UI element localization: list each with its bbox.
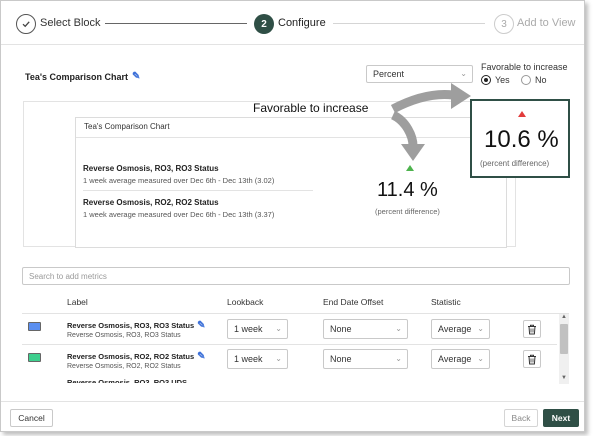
- row-1-delete-button[interactable]: [523, 320, 541, 338]
- radio-yes-label: Yes: [495, 75, 510, 85]
- chevron-down-icon: ⌄: [395, 324, 402, 334]
- step-connector-2: [333, 23, 485, 24]
- row-1-edit-pencil-icon[interactable]: ✎: [197, 320, 205, 331]
- chevron-down-icon: ⌄: [395, 354, 402, 364]
- col-statistic: Statistic: [431, 297, 461, 307]
- callout-value: 10.6 %: [484, 126, 559, 153]
- annotation-text: Favorable to increase: [253, 101, 369, 115]
- row-1-lookback-value: 1 week: [234, 324, 263, 334]
- chart-title: Tea's Comparison Chart: [25, 71, 128, 82]
- next-button[interactable]: Next: [543, 409, 579, 427]
- percent-difference-value: 11.4 %: [377, 179, 438, 201]
- row-1-name: Reverse Osmosis, RO3, RO3 Status ✎: [67, 320, 206, 331]
- row-2-statistic-select[interactable]: Average ⌄: [431, 349, 490, 369]
- card-divider: [76, 137, 506, 138]
- radio-no-label: No: [535, 75, 547, 85]
- row-1-lookback-select[interactable]: 1 week ⌄: [227, 319, 288, 339]
- row-2-subtitle: Reverse Osmosis, RO2, RO2 Status: [67, 363, 181, 370]
- metric-1-name: Reverse Osmosis, RO3, RO3 Status: [83, 164, 219, 173]
- display-mode-select[interactable]: Percent ⌄: [366, 65, 473, 83]
- display-mode-value: Percent: [373, 69, 405, 79]
- table-scrollbar[interactable]: ▲ ▼: [559, 314, 569, 384]
- metric-divider: [83, 190, 313, 191]
- step-3-label: Add to View: [517, 17, 576, 29]
- callout-note: (percent difference): [480, 159, 550, 168]
- step-1-label[interactable]: Select Block: [40, 17, 101, 29]
- row-2-delete-button[interactable]: [523, 350, 541, 368]
- step-1-check-icon: [16, 14, 36, 34]
- comparison-card: Tea's Comparison Chart Reverse Osmosis, …: [75, 117, 507, 248]
- row-3-partial: Reverse Osmosis, RO3, RO3 UDS: [67, 378, 188, 383]
- radio-yes-dot[interactable]: [481, 75, 491, 85]
- scroll-thumb[interactable]: [560, 324, 568, 354]
- trend-up-icon: [406, 165, 414, 171]
- radio-no-dot[interactable]: [521, 75, 531, 85]
- back-button[interactable]: Back: [504, 409, 538, 427]
- row-1-statistic-value: Average: [438, 324, 472, 334]
- trash-icon: [528, 354, 536, 364]
- chevron-down-icon: ⌄: [275, 324, 282, 334]
- scroll-down-arrow-icon[interactable]: ▼: [560, 375, 568, 381]
- row-2-offset-select[interactable]: None ⌄: [323, 349, 408, 369]
- col-end-date-offset: End Date Offset: [323, 297, 384, 307]
- row-1-color-swatch[interactable]: [28, 322, 41, 331]
- row-2-label: Reverse Osmosis, RO2, RO2 Status: [67, 352, 195, 361]
- row-2-lookback-select[interactable]: 1 week ⌄: [227, 349, 288, 369]
- row-1-subtitle: Reverse Osmosis, RO3, RO3 Status: [67, 332, 181, 339]
- row-1-statistic-select[interactable]: Average ⌄: [431, 319, 490, 339]
- col-label: Label: [67, 297, 88, 307]
- row-2-statistic-value: Average: [438, 354, 472, 364]
- scroll-up-arrow-icon[interactable]: ▲: [560, 314, 568, 320]
- row-2-name: Reverse Osmosis, RO2, RO2 Status ✎: [67, 351, 206, 362]
- trash-icon: [528, 324, 536, 334]
- step-2-number: 2: [254, 14, 274, 34]
- chevron-down-icon: ⌄: [477, 324, 484, 334]
- col-lookback: Lookback: [227, 297, 264, 307]
- row-1-offset-value: None: [330, 324, 352, 334]
- search-metrics-input[interactable]: Search to add metrics: [22, 267, 570, 285]
- dialog-footer: [1, 401, 584, 431]
- step-connector-1: [105, 23, 247, 24]
- row-2-lookback-value: 1 week: [234, 354, 263, 364]
- metric-1-description: 1 week average measured over Dec 6th - D…: [83, 176, 275, 185]
- row-1-label: Reverse Osmosis, RO3, RO3 Status: [67, 321, 195, 330]
- row-2-color-swatch[interactable]: [28, 353, 41, 362]
- chevron-down-icon: ⌄: [477, 354, 484, 364]
- chart-title-row: Tea's Comparison Chart ✎: [25, 71, 140, 82]
- configure-dialog: Select Block 2 Configure 3 Add to View T…: [0, 0, 585, 432]
- step-2-label: Configure: [278, 17, 326, 29]
- search-placeholder: Search to add metrics: [29, 271, 107, 281]
- chevron-down-icon: ⌄: [460, 69, 467, 79]
- row-1-offset-select[interactable]: None ⌄: [323, 319, 408, 339]
- wizard-stepper: Select Block 2 Configure 3 Add to View: [1, 1, 584, 45]
- chevron-down-icon: ⌄: [275, 354, 282, 364]
- row-2-edit-pencil-icon[interactable]: ✎: [197, 351, 205, 362]
- card-title: Tea's Comparison Chart: [84, 122, 170, 131]
- zoomed-value-callout: 10.6 % (percent difference): [470, 99, 570, 178]
- cancel-button[interactable]: Cancel: [10, 409, 53, 427]
- metric-2-name: Reverse Osmosis, RO2, RO2 Status: [83, 198, 219, 207]
- edit-title-pencil-icon[interactable]: ✎: [132, 71, 140, 82]
- step-3-number: 3: [494, 14, 514, 34]
- table-header-divider: [22, 313, 569, 314]
- percent-difference-note: (percent difference): [375, 207, 440, 216]
- trend-up-red-icon: [518, 111, 526, 117]
- favorable-label: Favorable to increase: [481, 62, 568, 72]
- radio-no[interactable]: No: [521, 75, 547, 85]
- row-2-offset-value: None: [330, 354, 352, 364]
- radio-yes[interactable]: Yes: [481, 75, 510, 85]
- metric-2-description: 1 week average measured over Dec 6th - D…: [83, 210, 275, 219]
- row-divider: [22, 344, 557, 345]
